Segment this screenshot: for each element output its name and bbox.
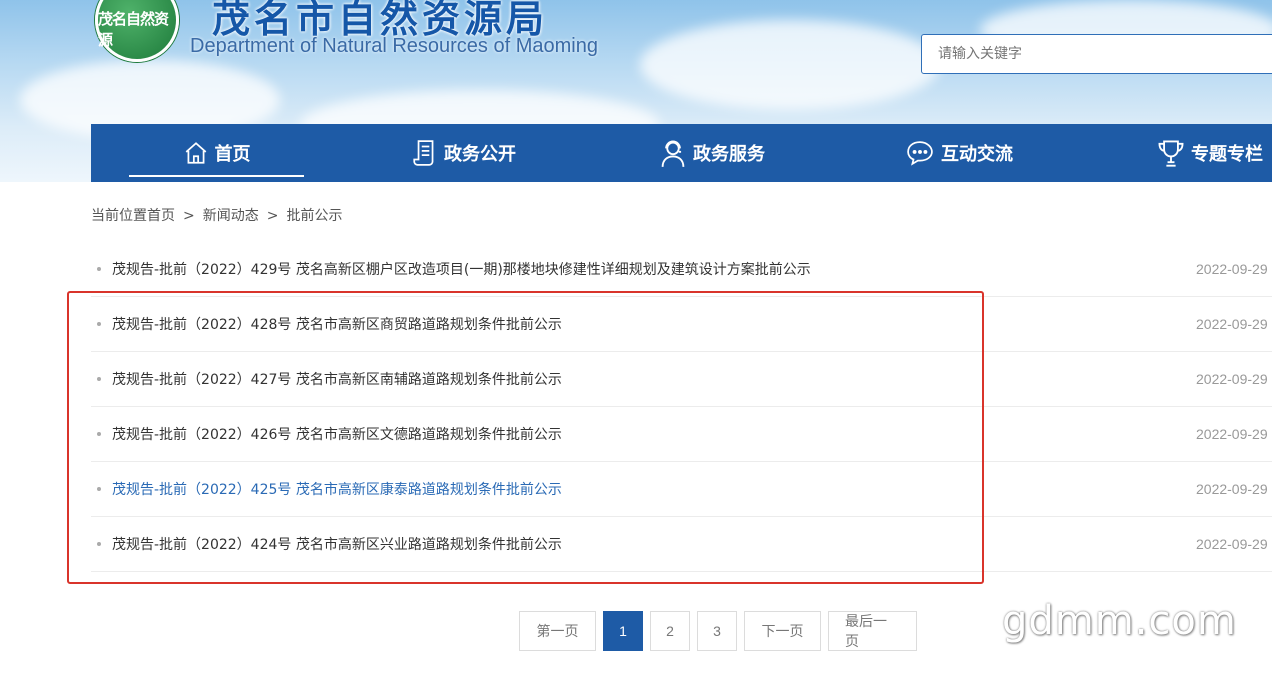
nav-item-interaction[interactable]: 互动交流 [902,124,1016,182]
notice-date: 2022-09-29 [1196,371,1268,387]
cloud-decoration [640,20,940,110]
watermark: gdmm.com [1002,598,1237,644]
notice-date: 2022-09-29 [1196,316,1268,332]
page-button-1[interactable]: 1 [603,611,643,651]
nav-label: 首页 [214,144,251,165]
search-input[interactable] [921,34,1272,74]
nav-label: 互动交流 [941,144,1013,165]
bullet-icon [97,432,101,436]
nav-label: 政务服务 [693,144,765,165]
list-item[interactable]: 茂规告-批前（2022）426号 茂名市高新区文德路道路规划条件批前公示 202… [91,407,1272,462]
service-person-icon [661,140,685,167]
last-page-button[interactable]: 最后一页 [828,611,917,651]
list-item[interactable]: 茂规告-批前（2022）428号 茂名市高新区商贸路道路规划条件批前公示 202… [91,297,1272,352]
breadcrumb: 当前位置首页 > 新闻动态 > 批前公示 [91,205,342,225]
main-nav: 首页 政务公开 政务服务 互动交流 专题专栏 [91,124,1272,182]
notice-title[interactable]: 茂规告-批前（2022）426号 茂名市高新区文德路道路规划条件批前公示 [112,424,562,444]
list-item[interactable]: 茂规告-批前（2022）429号 茂名高新区棚户区改造项目(一期)那楼地块修建性… [91,242,1272,297]
bullet-icon [97,377,101,381]
notice-date: 2022-09-29 [1196,426,1268,442]
nav-item-government-affairs[interactable]: 政务公开 [409,124,519,182]
nav-item-special-topics[interactable]: 专题专栏 [1155,124,1265,182]
scroll-icon [413,140,434,166]
first-page-button[interactable]: 第一页 [519,611,596,651]
notice-title[interactable]: 茂规告-批前（2022）429号 茂名高新区棚户区改造项目(一期)那楼地块修建性… [112,259,811,279]
nav-label: 专题专栏 [1191,144,1263,165]
breadcrumb-current[interactable]: 批前公示 [286,208,342,224]
notice-title[interactable]: 茂规告-批前（2022）425号 茂名市高新区康泰路道路规划条件批前公示 [112,479,562,499]
bullet-icon [97,267,101,271]
breadcrumb-separator: > [266,208,279,224]
list-item[interactable]: 茂规告-批前（2022）427号 茂名市高新区南辅路道路规划条件批前公示 202… [91,352,1272,407]
bullet-icon [97,322,101,326]
trophy-icon [1158,140,1184,167]
bullet-icon [97,487,101,491]
chat-bubble-icon [907,141,933,166]
notice-title[interactable]: 茂规告-批前（2022）428号 茂名市高新区商贸路道路规划条件批前公示 [112,314,562,334]
bullet-icon [97,542,101,546]
nav-item-government-services[interactable]: 政务服务 [657,124,767,182]
breadcrumb-news[interactable]: 新闻动态 [203,208,259,224]
breadcrumb-separator: > [183,208,195,224]
logo-text: 茂名自然资源 [98,10,169,49]
notice-list: 茂规告-批前（2022）429号 茂名高新区棚户区改造项目(一期)那楼地块修建性… [91,242,1272,572]
pagination: 第一页 1 2 3 下一页 最后一页 [519,611,917,651]
page-button-3[interactable]: 3 [697,611,737,651]
breadcrumb-prefix: 当前位置 [91,208,147,224]
page-button-2[interactable]: 2 [650,611,690,651]
notice-date: 2022-09-29 [1196,261,1268,277]
list-item[interactable]: 茂规告-批前（2022）425号 茂名市高新区康泰路道路规划条件批前公示 202… [91,462,1272,517]
next-page-button[interactable]: 下一页 [744,611,821,651]
notice-title[interactable]: 茂规告-批前（2022）424号 茂名市高新区兴业路道路规划条件批前公示 [112,534,562,554]
notice-date: 2022-09-29 [1196,536,1268,552]
notice-title[interactable]: 茂规告-批前（2022）427号 茂名市高新区南辅路道路规划条件批前公示 [112,369,562,389]
list-item[interactable]: 茂规告-批前（2022）424号 茂名市高新区兴业路道路规划条件批前公示 202… [91,517,1272,572]
notice-date: 2022-09-29 [1196,481,1268,497]
home-icon [185,142,206,164]
nav-label: 政务公开 [444,144,516,165]
nav-item-home[interactable]: 首页 [129,124,304,182]
site-logo[interactable]: 茂名自然资源 [95,0,179,62]
site-subtitle: Department of Natural Resources of Maomi… [190,35,598,57]
breadcrumb-home[interactable]: 首页 [147,208,175,224]
